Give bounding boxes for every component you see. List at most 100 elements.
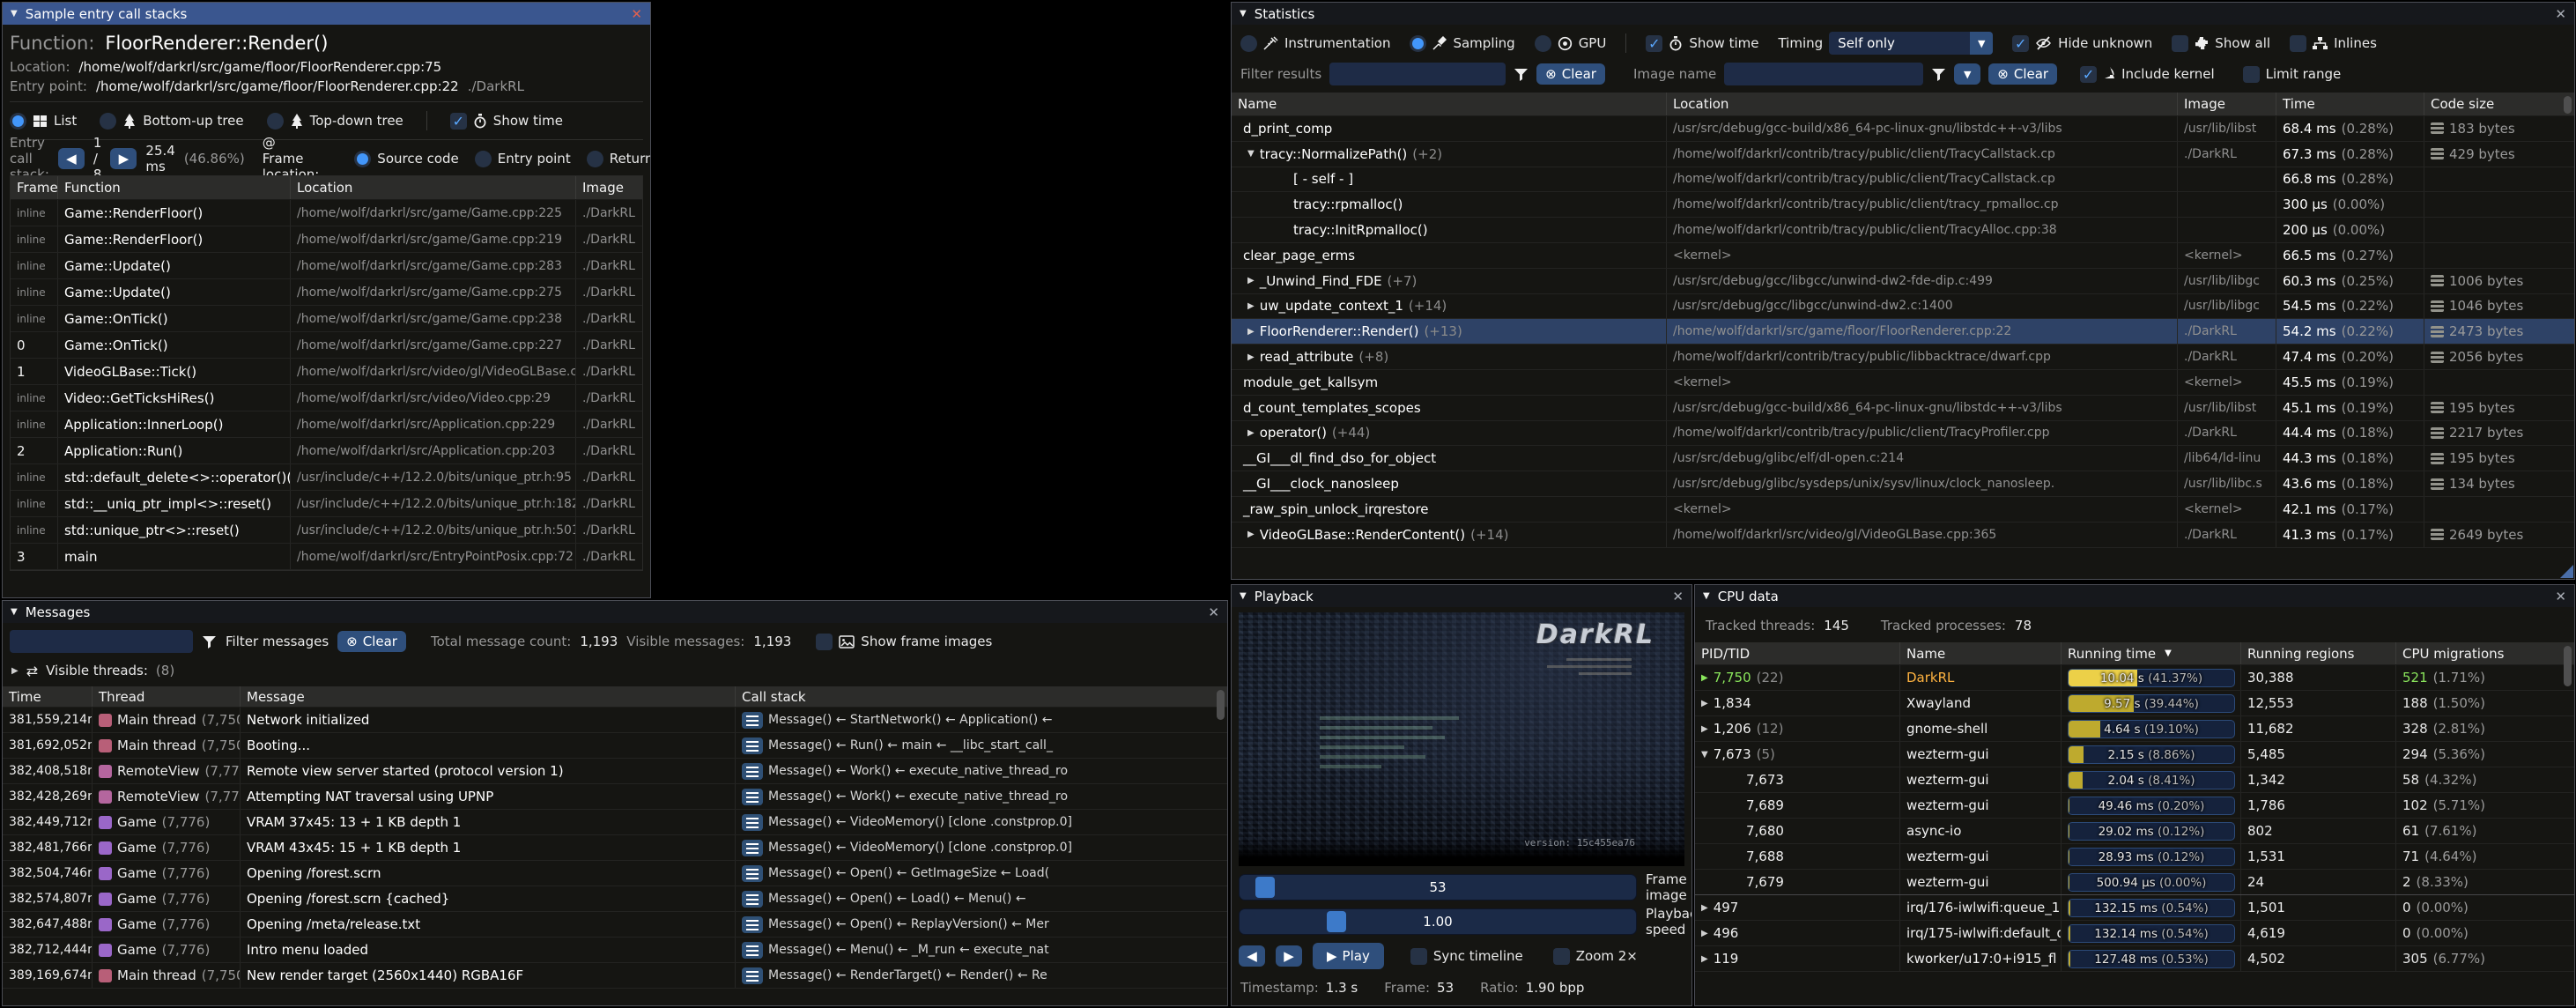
clear-filter-button[interactable]: ⊗Clear (1536, 63, 1605, 85)
statistics-row[interactable]: tracy::rpmalloc() /home/wolf/darkrl/cont… (1232, 192, 2574, 218)
frame-location-option[interactable]: Entry point (475, 151, 571, 167)
playback-speed-slider[interactable]: 1.00 (1239, 908, 1637, 935)
checkbox[interactable] (2243, 66, 2260, 83)
resize-grip[interactable] (2560, 565, 2573, 578)
radio-icon[interactable] (475, 151, 492, 167)
call-stack-row[interactable]: 0 Game::OnTick() /home/wolf/darkrl/src/g… (11, 332, 642, 359)
cpu-thread-row[interactable]: 7,680 async-io 29.02 ms (0.12%) 802 61 (… (1695, 819, 2574, 844)
image-name-input[interactable] (1724, 63, 1923, 85)
close-icon[interactable]: ✕ (2555, 6, 2566, 22)
radio-icon[interactable] (1410, 35, 1426, 52)
message-row[interactable]: 382,647,488ns Game (7,776) Opening /meta… (3, 912, 1227, 938)
cpu-thread-row[interactable]: ▶ 119 kworker/u17:0+i915_fl 127.48 ms (0… (1695, 946, 2574, 972)
vertical-scrollbar[interactable] (2563, 93, 2572, 577)
call-stack-row[interactable]: 1 VideoGLBase::Tick() /home/wolf/darkrl/… (11, 359, 642, 385)
step-forward-button[interactable]: ▶ (1276, 945, 1302, 967)
call-stack-row[interactable]: inline Game::Update() /home/wolf/darkrl/… (11, 253, 642, 279)
close-icon[interactable]: ✕ (1208, 604, 1219, 620)
message-filter-input[interactable] (10, 630, 193, 653)
message-row[interactable]: 382,712,444ns Game (7,776) Intro menu lo… (3, 938, 1227, 963)
expand-icon[interactable]: ▶ (1247, 327, 1255, 337)
call-stack-row[interactable]: 2 Application::Run() /home/wolf/darkrl/s… (11, 438, 642, 464)
expand-icon[interactable]: ▶ (1701, 954, 1708, 964)
play-button[interactable]: ▶ Play (1313, 943, 1384, 969)
statistics-row[interactable]: ▶ uw_update_context_1 (+14) /usr/src/deb… (1232, 294, 2574, 320)
view-mode-top-down[interactable]: Top-down tree (267, 113, 403, 130)
show-time-checkbox[interactable]: Show time (450, 113, 563, 130)
collapse-icon[interactable]: ▼ (11, 607, 18, 617)
call-stack-row[interactable]: inline Game::OnTick() /home/wolf/darkrl/… (11, 306, 642, 332)
message-row[interactable]: 382,408,518ns RemoteView (7,775) Remote … (3, 759, 1227, 784)
checkbox[interactable] (2012, 35, 2029, 52)
statistics-row[interactable]: d_print_comp /usr/src/debug/gcc-build/x8… (1232, 116, 2574, 142)
cpu-thread-row[interactable]: ▶ 7,750 (22) DarkRL 10.04 s (41.37%) 30,… (1695, 665, 2574, 691)
radio-icon[interactable] (587, 151, 603, 167)
radio-icon[interactable] (1535, 35, 1551, 52)
checkbox[interactable] (1646, 35, 1662, 52)
call-stack-icon[interactable] (742, 942, 763, 959)
radio-icon[interactable] (354, 151, 371, 167)
radio-icon[interactable] (100, 113, 116, 130)
vertical-scrollbar[interactable] (2563, 642, 2572, 1004)
sync-timeline-checkbox[interactable]: Sync timeline (1410, 948, 1523, 965)
expand-icon[interactable]: ▶ (11, 666, 19, 676)
funnel-icon[interactable] (202, 635, 217, 649)
statistics-row[interactable]: ▶ read_attribute (+8) /home/wolf/darkrl/… (1232, 345, 2574, 370)
checkbox[interactable] (816, 634, 833, 650)
close-icon[interactable]: ✕ (1672, 589, 1684, 604)
call-stack-icon[interactable] (742, 737, 763, 754)
funnel-icon[interactable] (1514, 68, 1529, 81)
statistics-row[interactable]: clear_page_erms <kernel> <kernel> 66.5 m… (1232, 243, 2574, 269)
statistics-row[interactable]: ▶ FloorRenderer::Render() (+13) /home/wo… (1232, 319, 2574, 345)
statistics-row[interactable]: [ - self - ] /home/wolf/darkrl/contrib/t… (1232, 167, 2574, 193)
message-row[interactable]: 382,504,746ns Game (7,776) Opening /fore… (3, 861, 1227, 886)
call-stack-icon[interactable] (742, 789, 763, 805)
cpu-thread-row[interactable]: 7,689 wezterm-gui 49.46 ms (0.20%) 1,786… (1695, 793, 2574, 819)
message-row[interactable]: 382,481,766ns Game (7,776) VRAM 43x45: 1… (3, 835, 1227, 861)
call-stack-row[interactable]: inline Application::InnerLoop() /home/wo… (11, 411, 642, 438)
call-stack-icon[interactable] (742, 763, 763, 780)
funnel-icon[interactable] (1931, 68, 1946, 81)
checkbox[interactable] (1553, 948, 1570, 965)
prev-stack-button[interactable]: ◀ (58, 148, 85, 169)
cpu-thread-row[interactable]: 7,688 wezterm-gui 28.93 ms (0.12%) 1,531… (1695, 844, 2574, 870)
close-icon[interactable]: ✕ (2555, 589, 2566, 604)
show-all-checkbox[interactable]: Show all (2172, 35, 2270, 52)
call-stack-row[interactable]: inline Game::RenderFloor() /home/wolf/da… (11, 226, 642, 253)
call-stack-row[interactable]: 3 main /home/wolf/darkrl/src/EntryPointP… (11, 544, 642, 570)
zoom-2x-checkbox[interactable]: Zoom 2× (1553, 948, 1638, 965)
cpu-thread-row[interactable]: ▼ 7,673 (5) wezterm-gui 2.15 s (8.86%) 5… (1695, 742, 2574, 767)
expand-icon[interactable]: ▼ (1247, 149, 1255, 159)
cpu-thread-row[interactable]: ▶ 1,834 Xwayland 9.57 s (39.44%) 12,553 … (1695, 691, 2574, 716)
mode-instrumentation[interactable]: Instrumentation (1240, 35, 1390, 52)
expand-icon[interactable]: ▶ (1247, 301, 1255, 311)
hide-unknown-checkbox[interactable]: Hide unknown (2012, 35, 2152, 52)
mode-gpu[interactable]: GPU (1535, 35, 1607, 52)
call-stack-row[interactable]: inline std::default_delete<>::operator()… (11, 464, 642, 491)
call-stack-icon[interactable] (742, 916, 763, 933)
next-stack-button[interactable]: ▶ (110, 148, 137, 169)
message-row[interactable]: 382,449,712ns Game (7,776) VRAM 37x45: 1… (3, 810, 1227, 835)
panel-titlebar[interactable]: ▼ Messages ✕ (3, 601, 1227, 623)
collapse-icon[interactable]: ▼ (1240, 591, 1247, 601)
radio-icon[interactable] (1240, 35, 1257, 52)
step-back-button[interactable]: ◀ (1239, 945, 1265, 967)
panel-titlebar[interactable]: ▼ CPU data ✕ (1695, 585, 2574, 607)
cpu-thread-row[interactable]: ▶ 497 irq/176-iwlwifi:queue_1 132.15 ms … (1695, 895, 2574, 921)
include-kernel-checkbox[interactable]: Include kernel (2080, 66, 2215, 83)
expand-icon[interactable]: ▶ (1247, 276, 1255, 285)
checkbox[interactable] (2290, 35, 2306, 52)
call-stack-icon[interactable] (742, 712, 763, 729)
inlines-checkbox[interactable]: Inlines (2290, 35, 2377, 52)
statistics-row[interactable]: __GI___dl_find_dso_for_object /usr/src/d… (1232, 446, 2574, 471)
expand-icon[interactable]: ▼ (1701, 750, 1708, 760)
cpu-thread-row[interactable]: ▶ 1,206 (12) gnome-shell 4.64 s (19.10%)… (1695, 716, 2574, 742)
checkbox[interactable] (450, 113, 467, 130)
message-row[interactable]: 381,692,052ns Main thread (7,750) Bootin… (3, 733, 1227, 759)
limit-range-checkbox[interactable]: Limit range (2243, 66, 2342, 83)
call-stack-row[interactable]: inline Video::GetTicksHiRes() /home/wolf… (11, 385, 642, 411)
expand-icon[interactable]: ▶ (1701, 724, 1708, 734)
cpu-thread-row[interactable]: 7,673 wezterm-gui 2.04 s (8.41%) 1,342 5… (1695, 767, 2574, 793)
call-stack-icon[interactable] (742, 814, 763, 831)
call-stack-icon[interactable] (742, 967, 763, 984)
